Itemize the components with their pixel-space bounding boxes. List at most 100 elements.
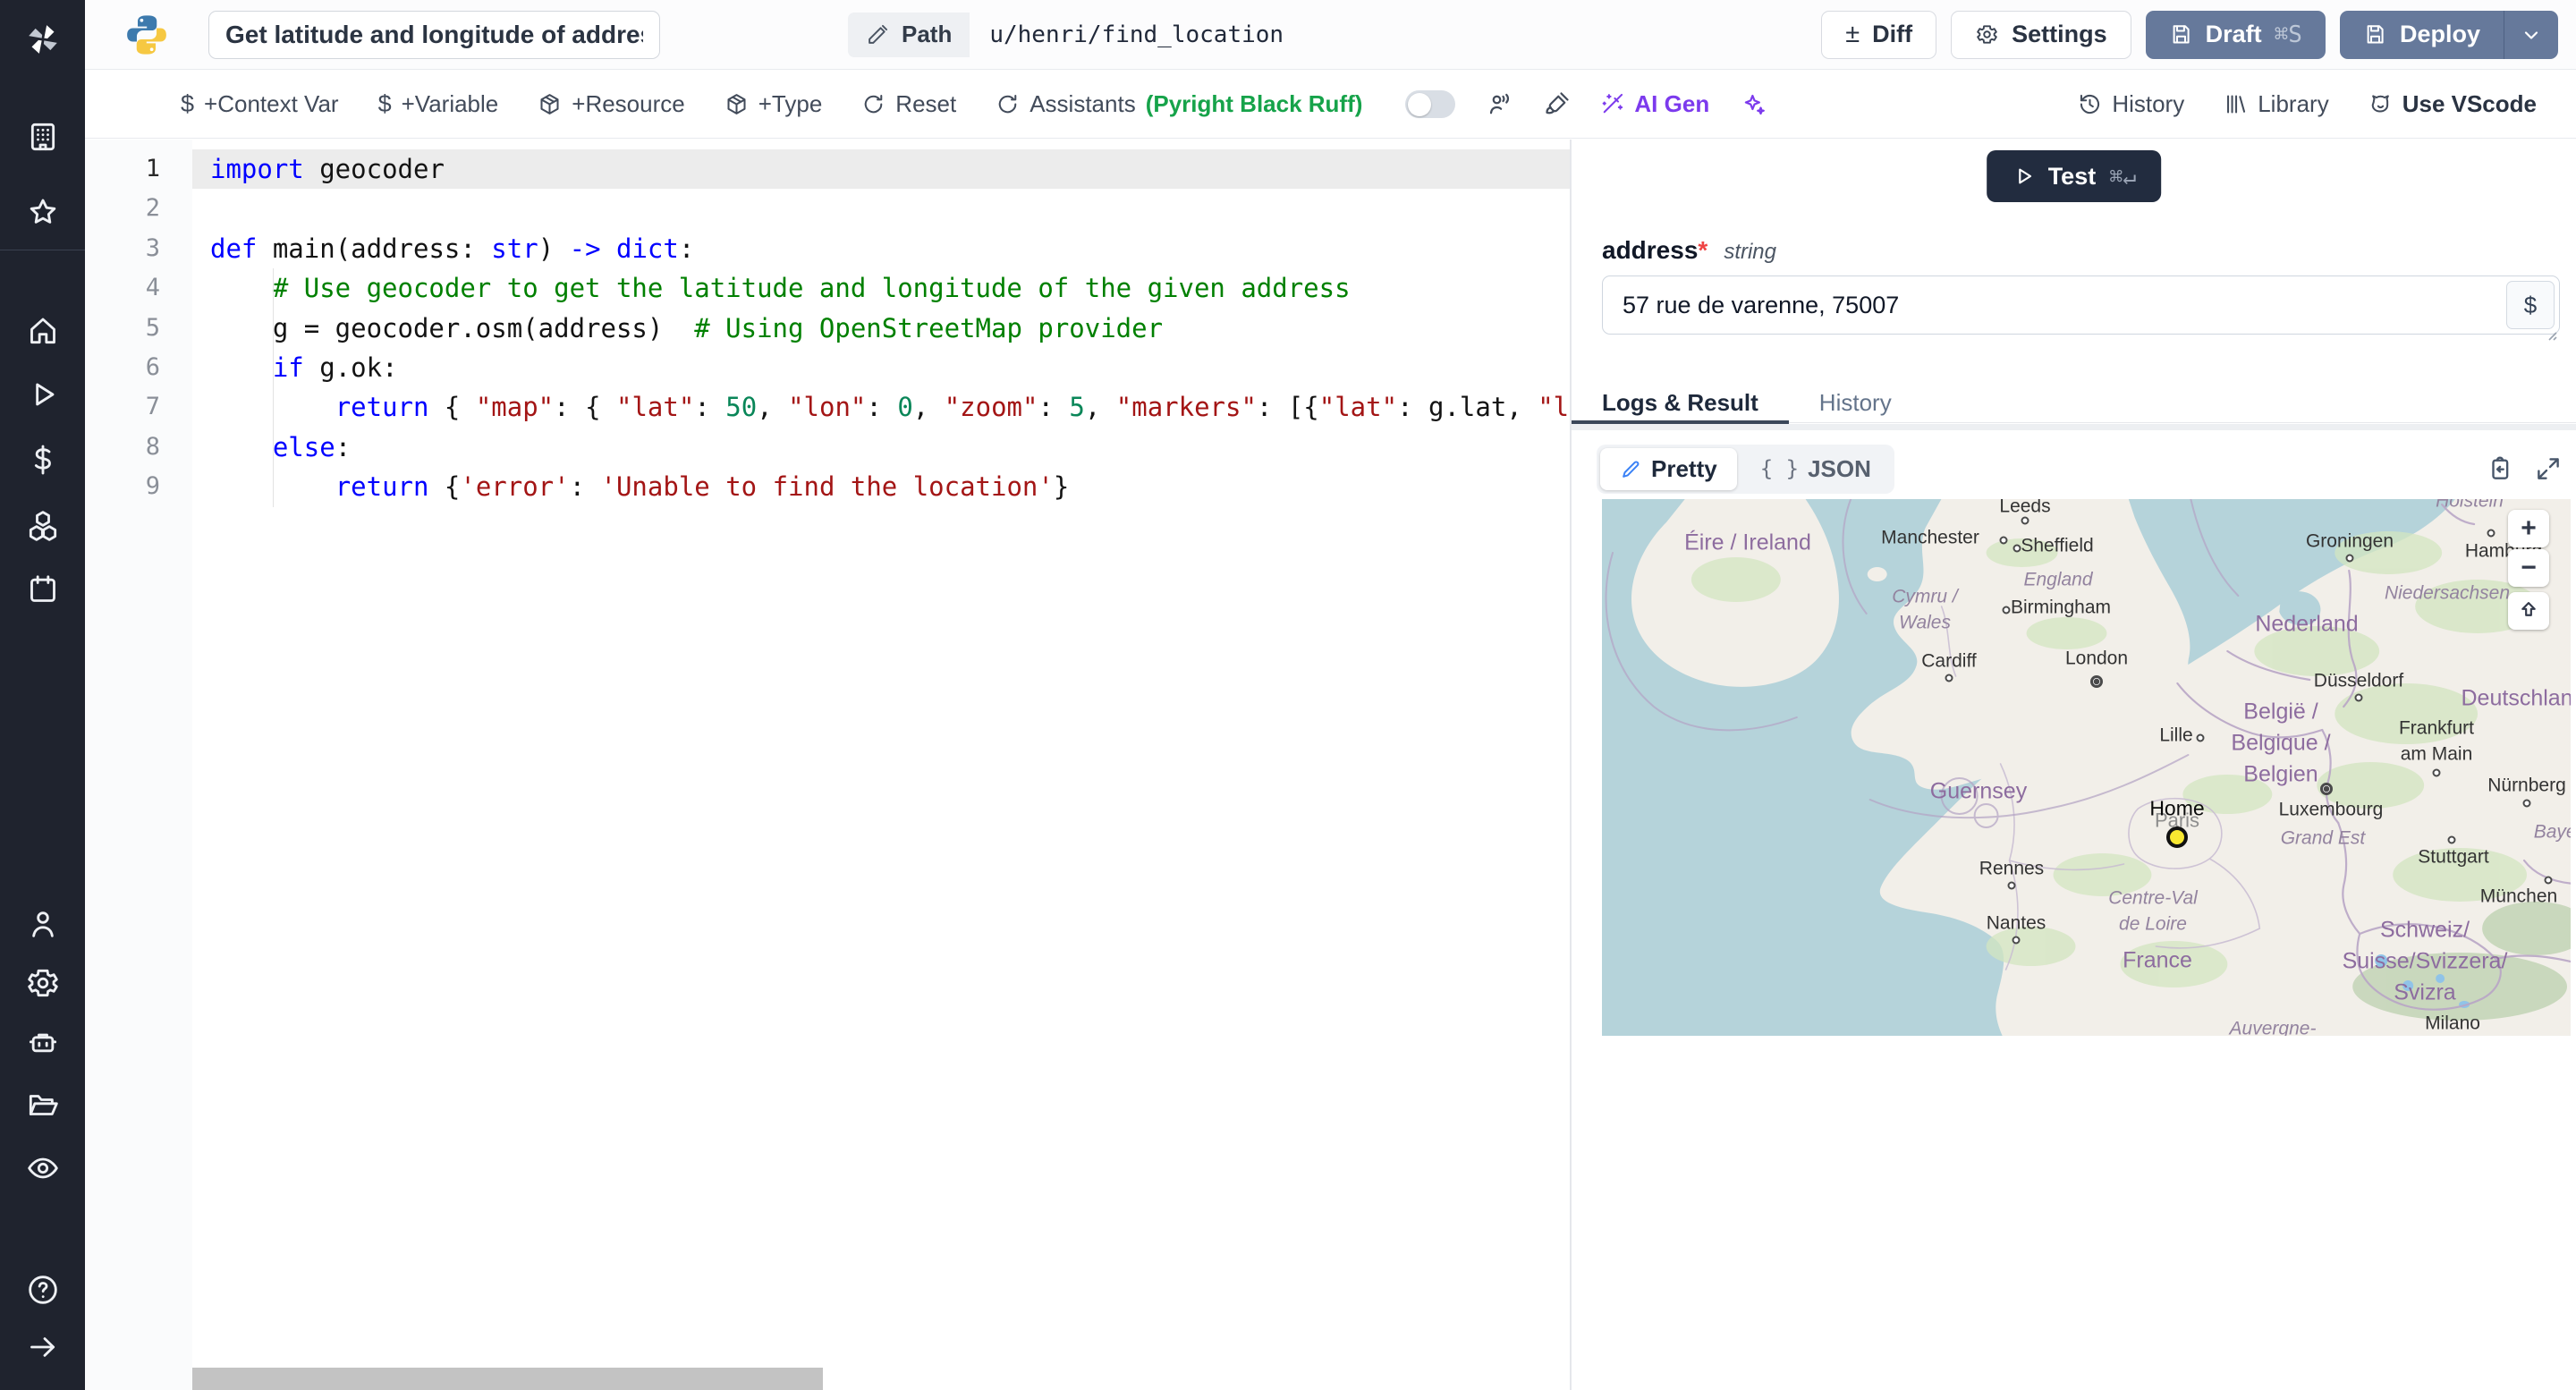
insert-variable-dollar-button[interactable]: $: [2506, 281, 2555, 329]
path-edit[interactable]: Path: [848, 12, 970, 57]
line-number: 4: [145, 274, 160, 302]
toggle-knob: [1408, 92, 1432, 116]
code-line[interactable]: 9 return {'error': 'Unable to find the l…: [85, 467, 1570, 506]
save-floppy-icon: [2173, 25, 2190, 44]
code-line[interactable]: 7 return { "map": { "lat": 50, "lon": 0,…: [85, 387, 1570, 427]
add-variable-label: +Variable: [401, 90, 499, 117]
workers-robot-icon[interactable]: [23, 1021, 63, 1061]
code-line[interactable]: 4 # Use geocoder to get the latitude and…: [85, 268, 1570, 308]
assistants-button[interactable]: Assistants (Pyright Black Ruff): [996, 90, 1362, 118]
resize-handle[interactable]: [2544, 327, 2558, 342]
script-summary-input[interactable]: [208, 10, 660, 59]
editor-horizontal-scrollbar[interactable]: [192, 1368, 823, 1390]
ai-sparkles-icon[interactable]: [1740, 91, 1767, 118]
package-icon: [540, 94, 559, 114]
assistants-label: Assistants: [1030, 90, 1136, 117]
view-json-button[interactable]: { } JSON: [1741, 448, 1891, 490]
line-number: 9: [145, 472, 160, 501]
map-zoom-in-button[interactable]: +: [2508, 510, 2549, 547]
script-path[interactable]: Path u/henri/find_location: [848, 12, 1303, 57]
package-icon: [727, 94, 746, 114]
diff-button[interactable]: ± Diff: [1821, 10, 1937, 59]
view-pretty-label: Pretty: [1651, 454, 1717, 482]
map-label-m-nchen: München: [2479, 886, 2558, 907]
map-zoom-out-button[interactable]: −: [2508, 549, 2549, 587]
map-label-lille: Lille: [2159, 725, 2193, 746]
help-question-icon[interactable]: [23, 1270, 63, 1309]
save-floppy-icon: [2367, 25, 2384, 44]
view-pretty-button[interactable]: Pretty: [1600, 447, 1737, 490]
result-map[interactable]: Leeds Manchester Sheffield England Cymru / Wa…: [1602, 499, 2571, 1036]
map-label-birmingham: Birmingham: [2010, 597, 2112, 618]
multiplayer-user-icon[interactable]: [1486, 91, 1513, 118]
add-context-var-button[interactable]: $ +Context Var: [181, 90, 339, 118]
line-number: 2: [145, 194, 160, 223]
vscode-icon: [2371, 95, 2389, 113]
tab-logs-result[interactable]: Logs & Result: [1572, 383, 1789, 424]
code-line[interactable]: 2: [85, 189, 1570, 228]
code-text: if g.ok:: [272, 352, 398, 383]
resources-cubes-icon[interactable]: [23, 506, 63, 546]
user-icon[interactable]: [23, 904, 63, 944]
draft-button[interactable]: Draft ⌘S: [2145, 10, 2326, 59]
address-input[interactable]: [1602, 275, 2560, 335]
folders-icon[interactable]: [23, 1083, 63, 1123]
home-icon[interactable]: [23, 310, 63, 350]
ai-gen-button[interactable]: AI Gen: [1600, 90, 1709, 118]
history-button[interactable]: History: [2078, 90, 2184, 118]
line-number: 5: [145, 313, 160, 342]
map-city-dot: [2345, 554, 2354, 563]
required-asterisk: *: [1698, 236, 1708, 264]
workspace-building-icon[interactable]: [23, 117, 63, 157]
map-city-dot: [2002, 606, 2011, 614]
map-city-dot: [2522, 799, 2531, 808]
format-brush-icon[interactable]: [1543, 91, 1570, 118]
code-line[interactable]: 1 import geocoder: [85, 149, 1570, 190]
add-type-button[interactable]: +Type: [724, 90, 822, 118]
deploy-button[interactable]: Deploy: [2340, 11, 2504, 59]
audit-eye-icon[interactable]: [23, 1148, 63, 1188]
home-marker-dot[interactable]: [2166, 826, 2188, 848]
deploy-dropdown-button[interactable]: [2504, 10, 2558, 59]
code-text: g = geocoder.osm(address) # Using OpenSt…: [210, 312, 1164, 343]
code-line[interactable]: 3 def main(address: str) -> dict:: [85, 229, 1570, 268]
map-city-dot: [1999, 536, 2008, 545]
runs-play-icon[interactable]: [23, 375, 63, 414]
tab-history[interactable]: History: [1789, 383, 1922, 422]
map-label-d-sseldorf: Düsseldorf: [2313, 670, 2404, 691]
history-label: History: [2112, 90, 2185, 117]
test-button[interactable]: Test ⌘↵: [1986, 150, 2162, 202]
deploy-button-label: Deploy: [2399, 21, 2480, 47]
add-variable-button[interactable]: $ +Variable: [378, 90, 499, 118]
code-line[interactable]: 8 else:: [85, 428, 1570, 467]
panel-splitter[interactable]: [1572, 424, 2576, 430]
use-vscode-button[interactable]: Use VScode: [2368, 90, 2537, 118]
reset-button[interactable]: Reset: [861, 90, 956, 118]
diff-icon: ±: [1845, 20, 1860, 48]
code-editor[interactable]: 1 import geocoder 2 3 def main(address: str)…: [85, 140, 1570, 1390]
multiplayer-toggle[interactable]: [1405, 90, 1456, 118]
expand-fullscreen-icon[interactable]: [2535, 455, 2562, 482]
library-button[interactable]: Library: [2224, 90, 2329, 118]
map-city-dot: [2544, 876, 2553, 885]
code-text: import geocoder: [192, 149, 1570, 190]
settings-button[interactable]: Settings: [1951, 10, 2131, 59]
map-locate-button[interactable]: [2508, 592, 2549, 630]
map-label-deutschland: Deutschland: [2461, 685, 2571, 711]
map-label-nederland: Nederland: [2255, 611, 2359, 637]
result-tabs: Logs & Result History: [1572, 383, 2576, 424]
favorites-star-icon[interactable]: [23, 193, 63, 233]
schedules-calendar-icon[interactable]: [23, 570, 63, 609]
collapse-arrow-right-icon[interactable]: [23, 1327, 63, 1367]
code-line[interactable]: 6 if g.ok:: [85, 348, 1570, 387]
code-line[interactable]: 5 g = geocoder.osm(address) # Using Open…: [85, 309, 1570, 348]
add-resource-button[interactable]: +Resource: [538, 90, 685, 118]
view-json-label: JSON: [1808, 454, 1871, 482]
map-label-england: England: [2023, 569, 2093, 590]
settings-gear-icon[interactable]: [23, 963, 63, 1003]
copy-clipboard-icon[interactable]: [2487, 455, 2513, 482]
variables-dollar-icon[interactable]: [23, 440, 63, 479]
windmill-logo-icon[interactable]: [23, 20, 63, 59]
map-label-cymru-: Cymru / Wales: [1892, 586, 1958, 633]
